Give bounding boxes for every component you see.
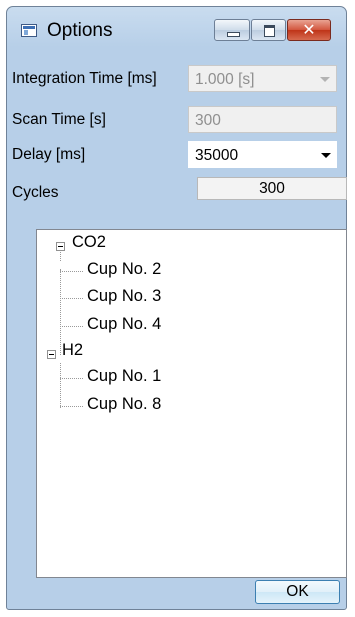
tree-node-cup[interactable]: Cup No. 8 (87, 395, 161, 423)
tree-connector (60, 326, 83, 327)
scan-time-input[interactable]: 300 (188, 106, 337, 133)
close-icon: ✕ (302, 20, 316, 39)
maximize-icon (264, 25, 275, 37)
integration-time-select[interactable]: 1.000 [s] (188, 65, 337, 92)
title-bar[interactable]: Options ✕ (7, 7, 346, 51)
integration-time-label: Integration Time [ms] (12, 70, 157, 87)
delay-combobox[interactable]: 35000 (188, 141, 337, 168)
scan-time-value: 300 (195, 112, 221, 129)
cycles-row: Cycles 300 (0, 177, 355, 207)
window-title: Options (47, 20, 113, 41)
cycles-label: Cycles (12, 184, 59, 201)
scan-time-row: Scan Time [s] 300 (0, 106, 355, 136)
cycles-value: 300 (259, 180, 285, 197)
tree-connector (60, 363, 61, 408)
maximize-button[interactable] (251, 19, 286, 41)
tree-node-label: Cup No. 4 (87, 315, 162, 333)
tree-node-cup[interactable]: Cup No. 1 (87, 367, 161, 395)
tree-node-label: Cup No. 8 (87, 395, 162, 413)
tree-node-label: Cup No. 3 (87, 287, 162, 305)
tree-node-co2[interactable]: CO2 (72, 233, 106, 261)
tree-connector (60, 269, 61, 355)
chevron-down-icon (320, 77, 330, 82)
collapse-co2-icon[interactable] (56, 242, 65, 251)
minimize-button[interactable] (214, 19, 250, 41)
cycles-value-field: 300 (197, 177, 347, 200)
chevron-down-icon (321, 153, 331, 158)
tree-node-cup[interactable]: Cup No. 2 (87, 260, 161, 288)
close-button[interactable]: ✕ (287, 19, 331, 41)
cup-tree-view[interactable]: CO2 Cup No. 2 Cup No. 3 Cup No. 4 H2 Cup… (36, 229, 347, 578)
tree-connector (60, 378, 83, 379)
tree-connector (60, 298, 83, 299)
delay-value: 35000 (195, 147, 239, 164)
tree-node-label: CO2 (72, 233, 106, 251)
tree-node-label: H2 (62, 341, 84, 359)
ok-button[interactable]: OK (255, 580, 340, 604)
delay-row: Delay [ms] 35000 (0, 141, 355, 171)
tree-node-cup[interactable]: Cup No. 4 (87, 315, 161, 343)
scan-time-label: Scan Time [s] (12, 111, 106, 128)
tree-connector (60, 406, 83, 407)
tree-node-cup[interactable]: Cup No. 3 (87, 287, 161, 315)
window-app-icon (21, 24, 37, 37)
tree-node-label: Cup No. 1 (87, 367, 162, 385)
tree-node-h2[interactable]: H2 (62, 341, 83, 369)
collapse-h2-icon[interactable] (47, 350, 56, 359)
minimize-icon (227, 32, 240, 37)
delay-label: Delay [ms] (12, 146, 86, 163)
integration-time-value: 1.000 [s] (195, 71, 255, 88)
integration-time-row: Integration Time [ms] 1.000 [s] (0, 65, 355, 95)
tree-node-label: Cup No. 2 (87, 260, 162, 278)
tree-connector (60, 271, 83, 272)
